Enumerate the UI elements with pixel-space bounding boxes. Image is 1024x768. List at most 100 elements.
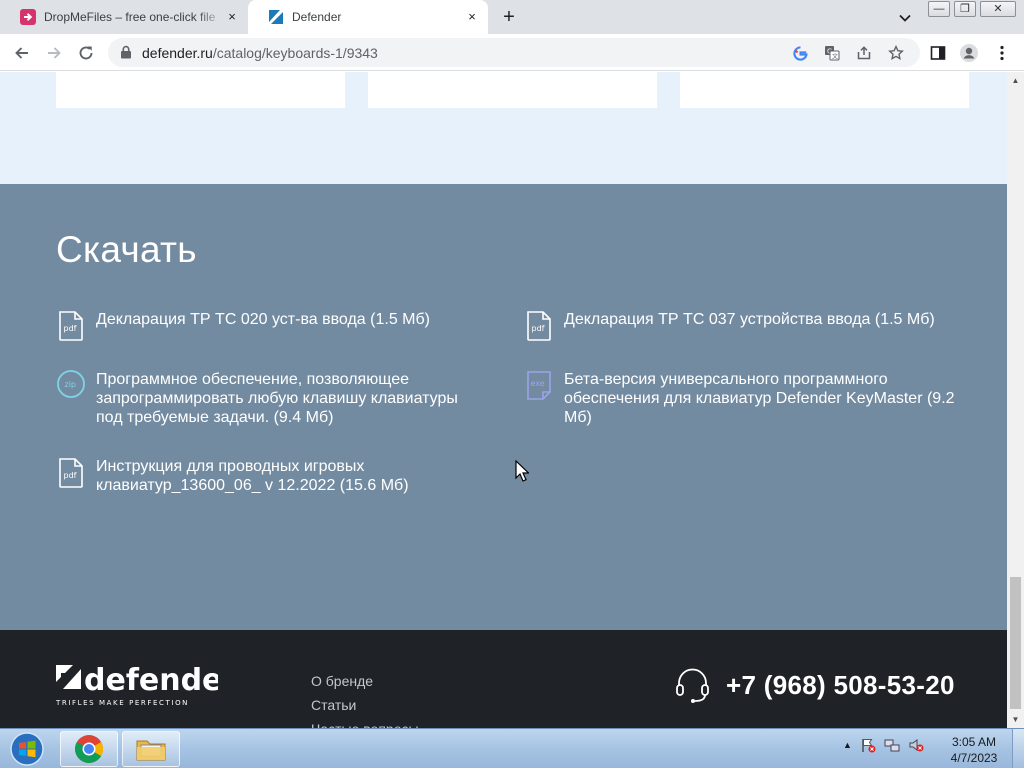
mouse-cursor-icon bbox=[515, 460, 529, 482]
volume-muted-icon[interactable] bbox=[908, 737, 924, 753]
defender-logo[interactable]: defender TRIFLES MAKE PERFECTION bbox=[55, 663, 237, 712]
exe-file-icon: exe bbox=[527, 371, 551, 400]
star-icon bbox=[888, 45, 904, 60]
svg-text:pdf: pdf bbox=[64, 471, 77, 480]
footer-link-articles[interactable]: Статьи bbox=[311, 693, 419, 717]
logo-tagline: TRIFLES MAKE PERFECTION bbox=[56, 699, 189, 707]
svg-text:pdf: pdf bbox=[64, 324, 77, 333]
scrollbar-thumb[interactable] bbox=[1010, 577, 1021, 709]
download-link-software-zip[interactable]: zip Программное обеспечение, позволяющее… bbox=[56, 370, 486, 427]
download-link-text: Бета-версия универсального программного … bbox=[564, 371, 955, 426]
action-center-flag-icon[interactable] bbox=[860, 737, 876, 753]
taskbar-clock[interactable]: 3:05 AM 4/7/2023 bbox=[946, 734, 1002, 766]
download-link-keymaster-exe[interactable]: exe Бета-версия универсального программн… bbox=[524, 370, 974, 427]
translate-button[interactable]: G文 bbox=[822, 43, 842, 63]
clock-date: 4/7/2023 bbox=[950, 751, 998, 765]
product-card[interactable] bbox=[368, 72, 657, 108]
bookmark-button[interactable] bbox=[886, 43, 906, 63]
footer-phone[interactable]: +7 (968) 508-53-20 bbox=[675, 666, 955, 704]
google-lens-button[interactable] bbox=[790, 43, 810, 63]
logo-text: defender bbox=[84, 665, 218, 698]
address-bar[interactable]: defender.ru/catalog/keyboards-1/9343 G文 bbox=[108, 38, 920, 67]
download-link-text: Декларация ТР ТС 037 устройства ввода (1… bbox=[564, 311, 935, 328]
chrome-icon bbox=[75, 735, 103, 763]
start-button[interactable] bbox=[4, 731, 50, 767]
tab-defender[interactable]: Defender × bbox=[248, 0, 488, 34]
tab-strip: DropMeFiles – free one-click file × Defe… bbox=[0, 0, 1024, 34]
translate-icon: G文 bbox=[825, 46, 840, 61]
tab-close-icon[interactable]: × bbox=[224, 9, 240, 25]
profile-icon bbox=[960, 44, 978, 62]
show-desktop-button[interactable] bbox=[1012, 729, 1024, 768]
footer-nav: О бренде Статьи Частые вопросы bbox=[311, 669, 419, 728]
scroll-up-arrow-icon[interactable]: ▲ bbox=[1007, 72, 1024, 89]
url-host: defender.ru bbox=[142, 45, 213, 61]
window-maximize-button[interactable]: ❐ bbox=[954, 1, 976, 17]
clock-time: 3:05 AM bbox=[951, 735, 997, 749]
product-card[interactable] bbox=[680, 72, 969, 108]
download-link-text: Инструкция для проводных игровых клавиат… bbox=[96, 458, 409, 494]
menu-kebab-icon bbox=[1000, 45, 1004, 61]
page-scrollbar[interactable]: ▲ ▼ bbox=[1007, 72, 1024, 728]
page-viewport: Скачать pdf Декларация ТР ТС 020 уст-ва … bbox=[0, 72, 1007, 728]
lock-icon[interactable] bbox=[120, 45, 132, 59]
reload-button[interactable] bbox=[74, 41, 98, 65]
url-text[interactable]: defender.ru/catalog/keyboards-1/9343 bbox=[142, 45, 378, 61]
browser-toolbar: defender.ru/catalog/keyboards-1/9343 G文 bbox=[0, 34, 1024, 71]
svg-text:文: 文 bbox=[832, 52, 838, 60]
tab-search-chevron-icon[interactable] bbox=[896, 9, 914, 27]
window-minimize-button[interactable]: — bbox=[928, 1, 950, 17]
download-heading: Скачать bbox=[56, 229, 197, 270]
tab-dropmefiles[interactable]: DropMeFiles – free one-click file × bbox=[0, 0, 248, 34]
sidebar-icon bbox=[930, 46, 946, 60]
back-button[interactable] bbox=[10, 41, 34, 65]
system-tray: ▲ bbox=[843, 737, 924, 753]
zip-archive-icon: zip bbox=[57, 370, 85, 398]
tray-expand-arrow-icon[interactable]: ▲ bbox=[843, 740, 852, 750]
svg-text:pdf: pdf bbox=[532, 324, 545, 333]
profile-button[interactable] bbox=[959, 43, 979, 63]
forward-arrow-icon bbox=[48, 47, 61, 59]
reload-icon bbox=[79, 46, 93, 60]
defender-logo-mark-icon: defender TRIFLES MAKE PERFECTION bbox=[55, 663, 237, 707]
dropmefiles-favicon-icon bbox=[20, 9, 36, 25]
window-close-button[interactable]: ✕ bbox=[980, 1, 1016, 17]
download-section: Скачать pdf Декларация ТР ТС 020 уст-ва … bbox=[0, 184, 1007, 630]
footer-link-faq[interactable]: Частые вопросы bbox=[311, 717, 419, 728]
back-arrow-icon bbox=[15, 47, 28, 59]
download-link-declaration-037[interactable]: pdf Декларация ТР ТС 037 устройства ввод… bbox=[524, 310, 974, 342]
phone-number[interactable]: +7 (968) 508-53-20 bbox=[726, 670, 955, 701]
network-icon[interactable] bbox=[884, 737, 900, 753]
forward-button[interactable] bbox=[42, 41, 66, 65]
side-panel-button[interactable] bbox=[928, 43, 948, 63]
google-icon bbox=[792, 45, 808, 61]
folder-explorer-icon bbox=[136, 740, 166, 761]
pdf-file-icon: pdf bbox=[59, 311, 83, 341]
download-link-manual-pdf[interactable]: pdf Инструкция для проводных игровых кла… bbox=[56, 457, 486, 495]
browser-menu-button[interactable] bbox=[992, 43, 1012, 63]
svg-text:exe: exe bbox=[531, 379, 545, 388]
tab-title: DropMeFiles – free one-click file bbox=[44, 10, 216, 24]
site-footer: defender TRIFLES MAKE PERFECTION О бренд… bbox=[0, 630, 1007, 728]
pdf-file-icon: pdf bbox=[59, 458, 83, 488]
footer-link-about[interactable]: О бренде bbox=[311, 669, 419, 693]
url-path: /catalog/keyboards-1/9343 bbox=[212, 45, 378, 61]
share-button[interactable] bbox=[854, 43, 874, 63]
share-icon bbox=[857, 46, 871, 60]
new-tab-button[interactable]: + bbox=[498, 7, 520, 29]
defender-favicon-icon bbox=[269, 10, 283, 24]
taskbar-chrome-button[interactable] bbox=[60, 731, 118, 767]
windows-start-orb-icon bbox=[10, 732, 44, 766]
svg-text:zip: zip bbox=[65, 380, 77, 389]
tab-title: Defender bbox=[292, 10, 342, 24]
product-card[interactable] bbox=[56, 72, 345, 108]
download-link-text: Программное обеспечение, позволяющее зап… bbox=[96, 371, 458, 426]
pdf-file-icon: pdf bbox=[527, 311, 551, 341]
tab-close-icon[interactable]: × bbox=[464, 9, 480, 25]
scroll-down-arrow-icon[interactable]: ▼ bbox=[1007, 711, 1024, 728]
taskbar-explorer-button[interactable] bbox=[122, 731, 180, 767]
download-link-declaration-020[interactable]: pdf Декларация ТР ТС 020 уст-ва ввода (1… bbox=[56, 310, 486, 342]
headset-icon bbox=[676, 668, 709, 703]
windows-taskbar: ▲ 3:05 AM 4/7/2023 bbox=[0, 728, 1024, 768]
download-link-text: Декларация ТР ТС 020 уст-ва ввода (1.5 М… bbox=[96, 311, 430, 328]
